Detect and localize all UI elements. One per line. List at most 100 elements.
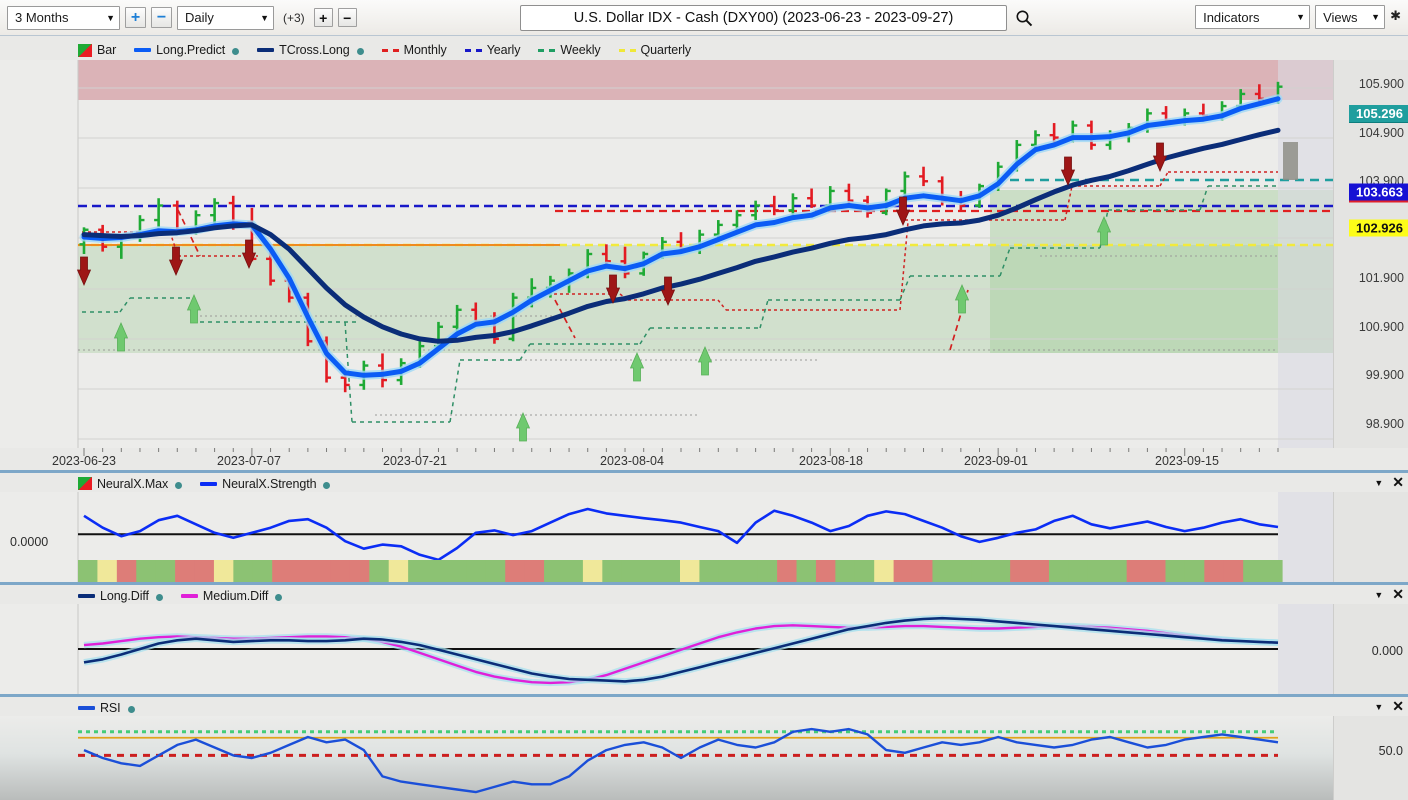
pane-axis-neuralx[interactable] bbox=[1333, 492, 1408, 582]
neuralx-max-band bbox=[893, 560, 914, 582]
neuralx-max-band bbox=[446, 560, 467, 582]
neuralx-max-band bbox=[796, 560, 817, 582]
pane-divider[interactable] bbox=[0, 694, 1408, 697]
close-icon[interactable]: ✕ bbox=[1392, 586, 1404, 603]
legend-settings-dot-icon[interactable] bbox=[127, 705, 135, 713]
pane-axis-diff[interactable]: 0.000 bbox=[1333, 604, 1408, 694]
price-axis-tick: 101.900 bbox=[1358, 271, 1404, 286]
pane-plot-rsi[interactable] bbox=[0, 716, 1333, 800]
range-select-value: 3 Months bbox=[15, 10, 69, 25]
neuralx-max-band bbox=[213, 560, 234, 582]
neuralx-max-band bbox=[738, 560, 759, 582]
price-marker-blue[interactable]: 103.663 bbox=[1349, 183, 1408, 203]
toolbar-right-group: Indicators ▼ Views ▼ ✱ bbox=[1195, 5, 1404, 29]
star-icon[interactable]: ✱ bbox=[1390, 8, 1404, 27]
neuralx-max-band bbox=[369, 560, 390, 582]
neuralx-max-band bbox=[175, 560, 196, 582]
neuralx-max-band bbox=[874, 560, 895, 582]
pane-divider[interactable] bbox=[0, 582, 1408, 585]
chevron-down-icon[interactable]: ▼ bbox=[1374, 590, 1383, 600]
neuralx-max-band bbox=[155, 560, 176, 582]
pane-plot-diff[interactable] bbox=[0, 604, 1333, 694]
neuralx-max-band bbox=[466, 560, 487, 582]
legend-settings-dot-icon[interactable] bbox=[175, 481, 183, 489]
pane-controls: ▼ ✕ bbox=[1374, 698, 1404, 715]
price-marker-yellow[interactable]: 102.926 bbox=[1349, 219, 1408, 237]
views-select[interactable]: Views ▼ bbox=[1315, 5, 1386, 29]
chevron-down-icon[interactable]: ▼ bbox=[1374, 478, 1383, 488]
neuralx-max-band bbox=[757, 560, 778, 582]
close-icon[interactable]: ✕ bbox=[1392, 698, 1404, 715]
search-icon[interactable] bbox=[1015, 9, 1033, 27]
interval-select[interactable]: Daily ▼ bbox=[177, 5, 274, 30]
pane-legend-neuralx: NeuralX.Max NeuralX.Strength bbox=[0, 474, 1408, 493]
price-axis-tick: 105.900 bbox=[1358, 77, 1404, 92]
neuralx-max-band bbox=[136, 560, 157, 582]
legend-item-long-diff[interactable]: Long.Diff bbox=[78, 589, 163, 603]
date-axis-label: 2023-08-04 bbox=[600, 454, 664, 468]
legend-settings-dot-icon[interactable] bbox=[356, 48, 364, 55]
pane-divider[interactable] bbox=[0, 470, 1408, 473]
range-increase-button[interactable]: + bbox=[125, 7, 146, 28]
neuralx-max-band bbox=[544, 560, 565, 582]
range-decrease-button[interactable]: − bbox=[151, 7, 172, 28]
indicator-pane-neuralx: NeuralX.Max NeuralX.Strength ▼ ✕ 0.0000 bbox=[0, 470, 1408, 582]
legend-item-long-predict[interactable]: Long.Predict bbox=[134, 43, 240, 57]
price-plot-svg bbox=[0, 60, 1333, 448]
neuralx-max-band bbox=[1223, 560, 1244, 582]
legend-item-rsi[interactable]: RSI bbox=[78, 701, 135, 715]
line-swatch-icon bbox=[78, 705, 95, 710]
legend-item-neuralx-max[interactable]: NeuralX.Max bbox=[78, 477, 183, 491]
neuralx-max-band bbox=[1029, 560, 1050, 582]
neuralx-max-band bbox=[1204, 560, 1225, 582]
chevron-down-icon[interactable]: ▼ bbox=[1374, 702, 1383, 712]
legend-item-yearly[interactable]: Yearly bbox=[464, 43, 520, 57]
offset-decrease-button[interactable]: − bbox=[337, 8, 357, 27]
neuralx-max-band bbox=[330, 560, 351, 582]
range-select[interactable]: 3 Months ▼ bbox=[7, 5, 120, 30]
neuralx-max-band bbox=[971, 560, 992, 582]
date-axis-label: 2023-07-21 bbox=[383, 454, 447, 468]
close-icon[interactable]: ✕ bbox=[1392, 474, 1404, 491]
offset-increase-button[interactable]: + bbox=[313, 8, 333, 27]
line-swatch-icon bbox=[257, 48, 275, 52]
legend-item-neuralx-strength[interactable]: NeuralX.Strength bbox=[200, 477, 331, 491]
price-axis-tick: 104.900 bbox=[1358, 125, 1404, 140]
legend-item-quarterly[interactable]: Quarterly bbox=[618, 43, 692, 57]
neuralx-max-band bbox=[1146, 560, 1167, 582]
date-axis-label: 2023-08-18 bbox=[799, 454, 863, 468]
pane-axis-rsi[interactable]: 50.0 bbox=[1333, 716, 1408, 800]
legend-item-weekly[interactable]: Weekly bbox=[538, 43, 601, 57]
legend-settings-dot-icon[interactable] bbox=[275, 593, 283, 601]
pane-legend-rsi: RSI bbox=[0, 698, 1408, 717]
legend-item-bar[interactable]: Bar bbox=[78, 43, 116, 57]
neuralx-max-band bbox=[1262, 560, 1283, 582]
line-swatch-icon bbox=[134, 48, 152, 52]
price-marker-teal[interactable]: 105.296 bbox=[1349, 104, 1408, 123]
forecast-region bbox=[1278, 60, 1333, 448]
neuralx-max-band bbox=[1243, 560, 1264, 582]
toolbar-left-group: 3 Months ▼ + − Daily ▼ (+3) + − bbox=[0, 5, 357, 30]
neuralx-max-band bbox=[272, 560, 293, 582]
neuralx-max-band bbox=[388, 560, 409, 582]
neuralx-max-band bbox=[582, 560, 603, 582]
indicators-select[interactable]: Indicators ▼ bbox=[1195, 5, 1311, 29]
price-axis-tick: 100.900 bbox=[1358, 319, 1404, 334]
pane-forecast-region bbox=[1278, 492, 1333, 582]
pane-axis-value: 0.000 bbox=[1371, 643, 1403, 658]
legend-settings-dot-icon[interactable] bbox=[155, 593, 163, 601]
legend-settings-dot-icon[interactable] bbox=[323, 481, 331, 489]
neuralx-max-band bbox=[524, 560, 545, 582]
symbol-input[interactable]: U.S. Dollar IDX - Cash (DXY00) (2023-06-… bbox=[520, 5, 1007, 31]
legend-settings-dot-icon[interactable] bbox=[232, 48, 240, 55]
neuralx-max-band bbox=[505, 560, 526, 582]
legend-item-tcross-long[interactable]: TCross.Long bbox=[257, 43, 364, 57]
price-axis[interactable]: 105.900104.900103.900102.900101.900100.9… bbox=[1333, 60, 1408, 448]
price-plot[interactable] bbox=[0, 60, 1333, 448]
price-axis-tick: 98.900 bbox=[1365, 416, 1404, 431]
legend-item-monthly[interactable]: Monthly bbox=[381, 43, 447, 57]
pane-plot-neuralx[interactable] bbox=[0, 492, 1333, 582]
neuralx-max-band bbox=[311, 560, 332, 582]
legend-item-medium-diff[interactable]: Medium.Diff bbox=[180, 589, 283, 603]
legend-item-label: Quarterly bbox=[640, 43, 692, 57]
